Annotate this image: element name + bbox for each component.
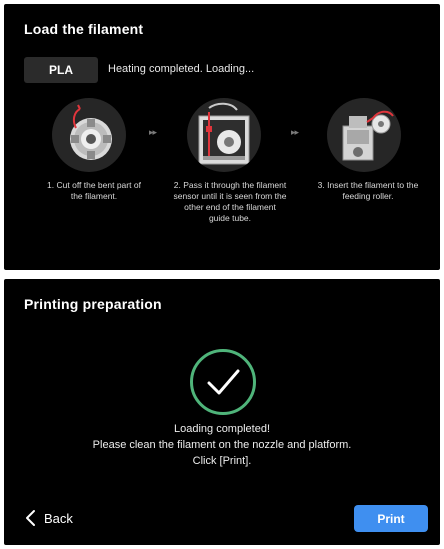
load-filament-title: Load the filament <box>24 21 144 37</box>
step-3-feeding-roller-illustration <box>327 98 401 172</box>
step-1-cut-filament-illustration <box>52 98 126 172</box>
click-print-message: Click [Print]. <box>192 455 252 467</box>
extruder-icon <box>342 110 394 161</box>
spool-icon <box>70 104 112 160</box>
step-2-filament-sensor-illustration <box>187 98 261 172</box>
chevron-left-icon <box>26 510 35 526</box>
step-arrow-2: ▸▸ <box>291 127 299 137</box>
printing-preparation-title: Printing preparation <box>24 296 162 312</box>
step-3-caption: 3. Insert the filament to the feeding ro… <box>317 180 419 201</box>
step-arrow-1: ▸▸ <box>149 127 157 137</box>
back-label: Back <box>44 510 73 526</box>
printing-preparation-panel: Printing preparation Loading completed! … <box>4 279 440 545</box>
check-icon <box>190 349 256 415</box>
load-filament-panel: Load the filament PLA Heating completed.… <box>4 4 440 270</box>
loading-completed-message: Loading completed! <box>173 423 270 435</box>
clean-nozzle-message: Please clean the filament on the nozzle … <box>92 439 352 451</box>
step-1-caption: 1. Cut off the bent part of the filament… <box>47 180 141 201</box>
step-2-caption: 2. Pass it through the filament sensor u… <box>173 180 287 223</box>
print-button[interactable]: Print <box>354 505 428 532</box>
back-button[interactable]: Back <box>24 506 73 530</box>
printer-icon <box>198 102 250 165</box>
material-badge: PLA <box>24 57 98 83</box>
heating-status: Heating completed. Loading... <box>108 63 255 75</box>
